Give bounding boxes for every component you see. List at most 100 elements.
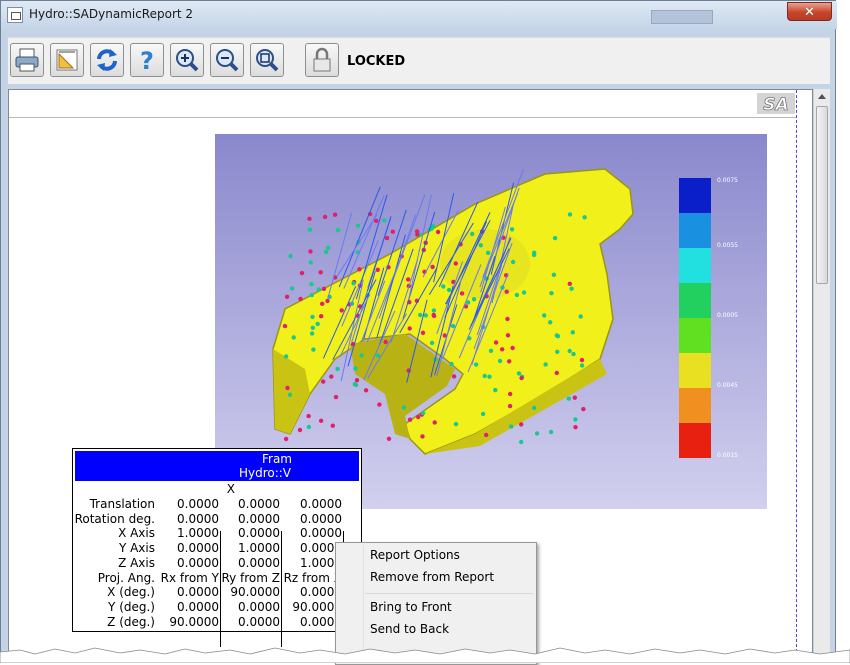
measured-point [505, 333, 511, 338]
measured-point [423, 313, 428, 318]
cell-col3: 0.0000 [300, 511, 342, 526]
measured-point [521, 290, 527, 295]
close-button[interactable]: ✕ [787, 2, 832, 21]
measured-point [567, 212, 573, 217]
title-bar[interactable]: Hydro::SADynamicReport 2 ✕ [1, 1, 837, 29]
refresh-icon [97, 49, 117, 71]
measured-point [567, 281, 572, 286]
measured-point [298, 296, 303, 302]
measured-point [471, 297, 477, 302]
measured-point [484, 432, 489, 438]
menu-item-send-to-back[interactable]: Send to Back [370, 622, 449, 636]
table-header-title: Fram [261, 452, 292, 466]
help-button[interactable]: ? [130, 43, 164, 77]
measured-point [480, 411, 486, 417]
zoom-in-button[interactable] [170, 43, 204, 77]
col-x-label: X [226, 482, 235, 496]
zoom-out-icon [216, 49, 239, 72]
refresh-button[interactable] [90, 43, 124, 77]
zoom-out-button[interactable] [210, 43, 244, 77]
measured-point [519, 375, 524, 381]
measured-point [282, 323, 288, 329]
measured-point [330, 423, 335, 428]
measured-point [581, 406, 586, 412]
zoom-fit-button[interactable] [250, 43, 284, 77]
table-header: Fram Hydro::V [75, 451, 359, 481]
cell-col3: 1.0000 [300, 555, 342, 570]
cell-col2: 0.0000 [238, 599, 280, 614]
measured-point [326, 245, 331, 250]
measured-point [323, 249, 329, 255]
scroll-up-arrow-icon[interactable] [818, 94, 826, 99]
measured-point [571, 351, 576, 357]
measured-point [431, 308, 437, 313]
measured-point [332, 212, 338, 217]
measured-point [552, 235, 558, 241]
measured-point [519, 439, 524, 445]
cell-col3: 0.0000 [300, 614, 342, 629]
measured-point [320, 301, 325, 306]
menu-icon-gutter [363, 545, 364, 660]
menu-item-report-options[interactable]: Report Options [370, 548, 460, 562]
measured-point [482, 373, 487, 379]
table-header-subtitle: Hydro::V [238, 466, 292, 480]
measured-point [353, 366, 358, 371]
row-label: Proj. Ang. [97, 570, 155, 585]
measured-point [504, 289, 509, 294]
measured-point [493, 387, 498, 393]
torn-edge [0, 647, 850, 663]
measured-point [315, 321, 320, 327]
cell-col2: Ry from Z [221, 570, 280, 585]
vertical-scrollbar[interactable] [814, 89, 830, 656]
measured-point [309, 292, 314, 298]
measured-point [555, 349, 560, 354]
cell-col1: 0.0000 [177, 511, 219, 526]
measured-point [555, 334, 561, 339]
table-row: Rotation deg. 0.0000 0.0000 0.0000 [73, 512, 363, 527]
measured-point [420, 330, 426, 335]
measured-point [308, 249, 313, 254]
measured-point [354, 378, 360, 383]
measured-point [390, 229, 395, 234]
row-label: X (deg.) [107, 585, 155, 600]
scroll-thumb[interactable] [816, 106, 828, 284]
help-icon: ? [140, 47, 154, 73]
measured-point [329, 374, 334, 379]
measured-point [450, 323, 456, 329]
measured-point [570, 330, 575, 335]
measured-point [485, 250, 491, 255]
measured-point [514, 292, 520, 298]
measured-point [507, 403, 513, 409]
measured-point [548, 320, 553, 325]
menu-item-remove-from-report[interactable]: Remove from Report [370, 570, 494, 584]
table-row: Proj. Ang. Rx from Y Ry from Z Rz from X [73, 571, 363, 586]
measured-point [510, 259, 516, 265]
menu-item-bring-to-front[interactable]: Bring to Front [370, 600, 452, 614]
page-setup-button[interactable] [50, 43, 84, 77]
cell-col3: 90.0000 [292, 599, 342, 614]
frame-info-table[interactable]: Fram Hydro::V X Translation 0.0000 0.0000 0… [72, 448, 363, 647]
print-button[interactable] [10, 43, 44, 77]
measured-point [283, 436, 289, 442]
cell-col1: 0.0000 [177, 555, 219, 570]
cell-col3: 0.0000 [300, 526, 342, 541]
row-label: Translation [89, 497, 155, 511]
cell-col1: 0.0000 [177, 541, 219, 556]
measured-point [578, 314, 583, 319]
measured-point [519, 422, 524, 427]
measured-point [507, 359, 512, 364]
col-divider [281, 531, 282, 647]
table-row: Y Axis 0.0000 1.0000 0.0000 [73, 541, 363, 556]
row-label: X Axis [118, 526, 155, 541]
measured-point [352, 382, 357, 387]
zoom-in-icon [176, 49, 199, 72]
cell-col2: 0.0000 [238, 526, 280, 541]
lock-button[interactable] [305, 43, 339, 77]
measured-point [551, 272, 557, 277]
cell-col1: 0.0000 [177, 599, 219, 614]
cell-col2: 0.0000 [238, 614, 280, 629]
measured-point [306, 413, 311, 419]
table-row: Z (deg.) 90.0000 0.0000 0.0000 [73, 615, 363, 630]
row-label: Y Axis [118, 541, 155, 556]
measured-point [487, 374, 492, 379]
